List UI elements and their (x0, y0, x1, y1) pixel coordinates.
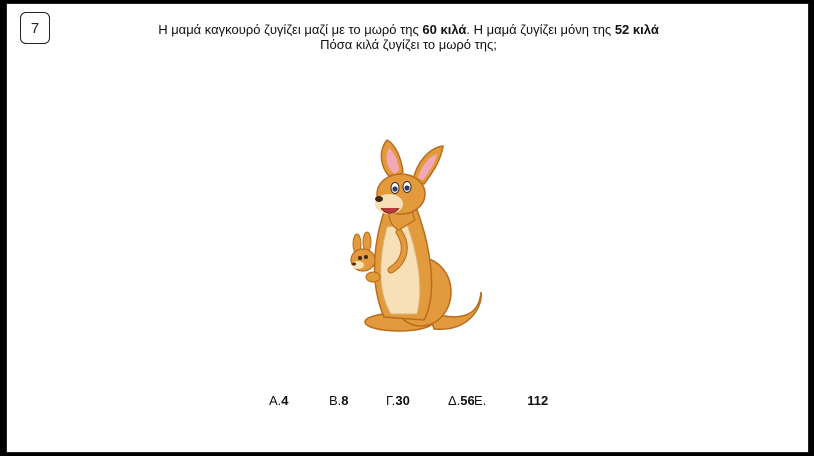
answer-value: 30 (395, 393, 410, 408)
answer-option-c[interactable]: Γ.30 (386, 393, 410, 408)
answer-value: 8 (341, 393, 349, 408)
answer-value: 4 (281, 393, 289, 408)
question-card: 7 Η μαμά καγκουρό ζυγίζει μαζί με το μωρ… (6, 3, 809, 453)
question-line-2: Πόσα κιλά ζυγίζει το μωρό της; (320, 37, 497, 52)
mother-weight: 52 κιλά (614, 22, 659, 37)
answer-option-a[interactable]: Α.4 (269, 393, 289, 408)
question-text-part: . Η μαμά ζυγίζει μόνη της (466, 22, 615, 37)
total-weight: 60 κιλά (422, 22, 467, 37)
answer-option-d[interactable]: Δ.56 (448, 393, 475, 408)
answer-value: 56 (460, 393, 475, 408)
answer-letter: Α. (269, 393, 282, 408)
answer-options: Α.4 Β.8 Γ.30 Δ.56 Ε. 112 (7, 393, 810, 413)
answer-letter: Γ. (386, 393, 396, 408)
answer-letter: Ε. (474, 393, 487, 408)
answer-letter: Β. (329, 393, 342, 408)
answer-option-b[interactable]: Β.8 (329, 393, 349, 408)
question-text: Η μαμά καγκουρό ζυγίζει μαζί με το μωρό … (7, 22, 810, 52)
kangaroo-illustration (350, 139, 482, 332)
question-line-1: Η μαμά καγκουρό ζυγίζει μαζί με το μωρό … (158, 22, 659, 37)
question-text-part: Η μαμά καγκουρό ζυγίζει μαζί με το μωρό … (158, 22, 423, 37)
answer-letter: Δ. (448, 393, 461, 408)
answer-value: 112 (527, 393, 549, 408)
answer-option-e[interactable]: Ε. 112 (474, 393, 548, 408)
